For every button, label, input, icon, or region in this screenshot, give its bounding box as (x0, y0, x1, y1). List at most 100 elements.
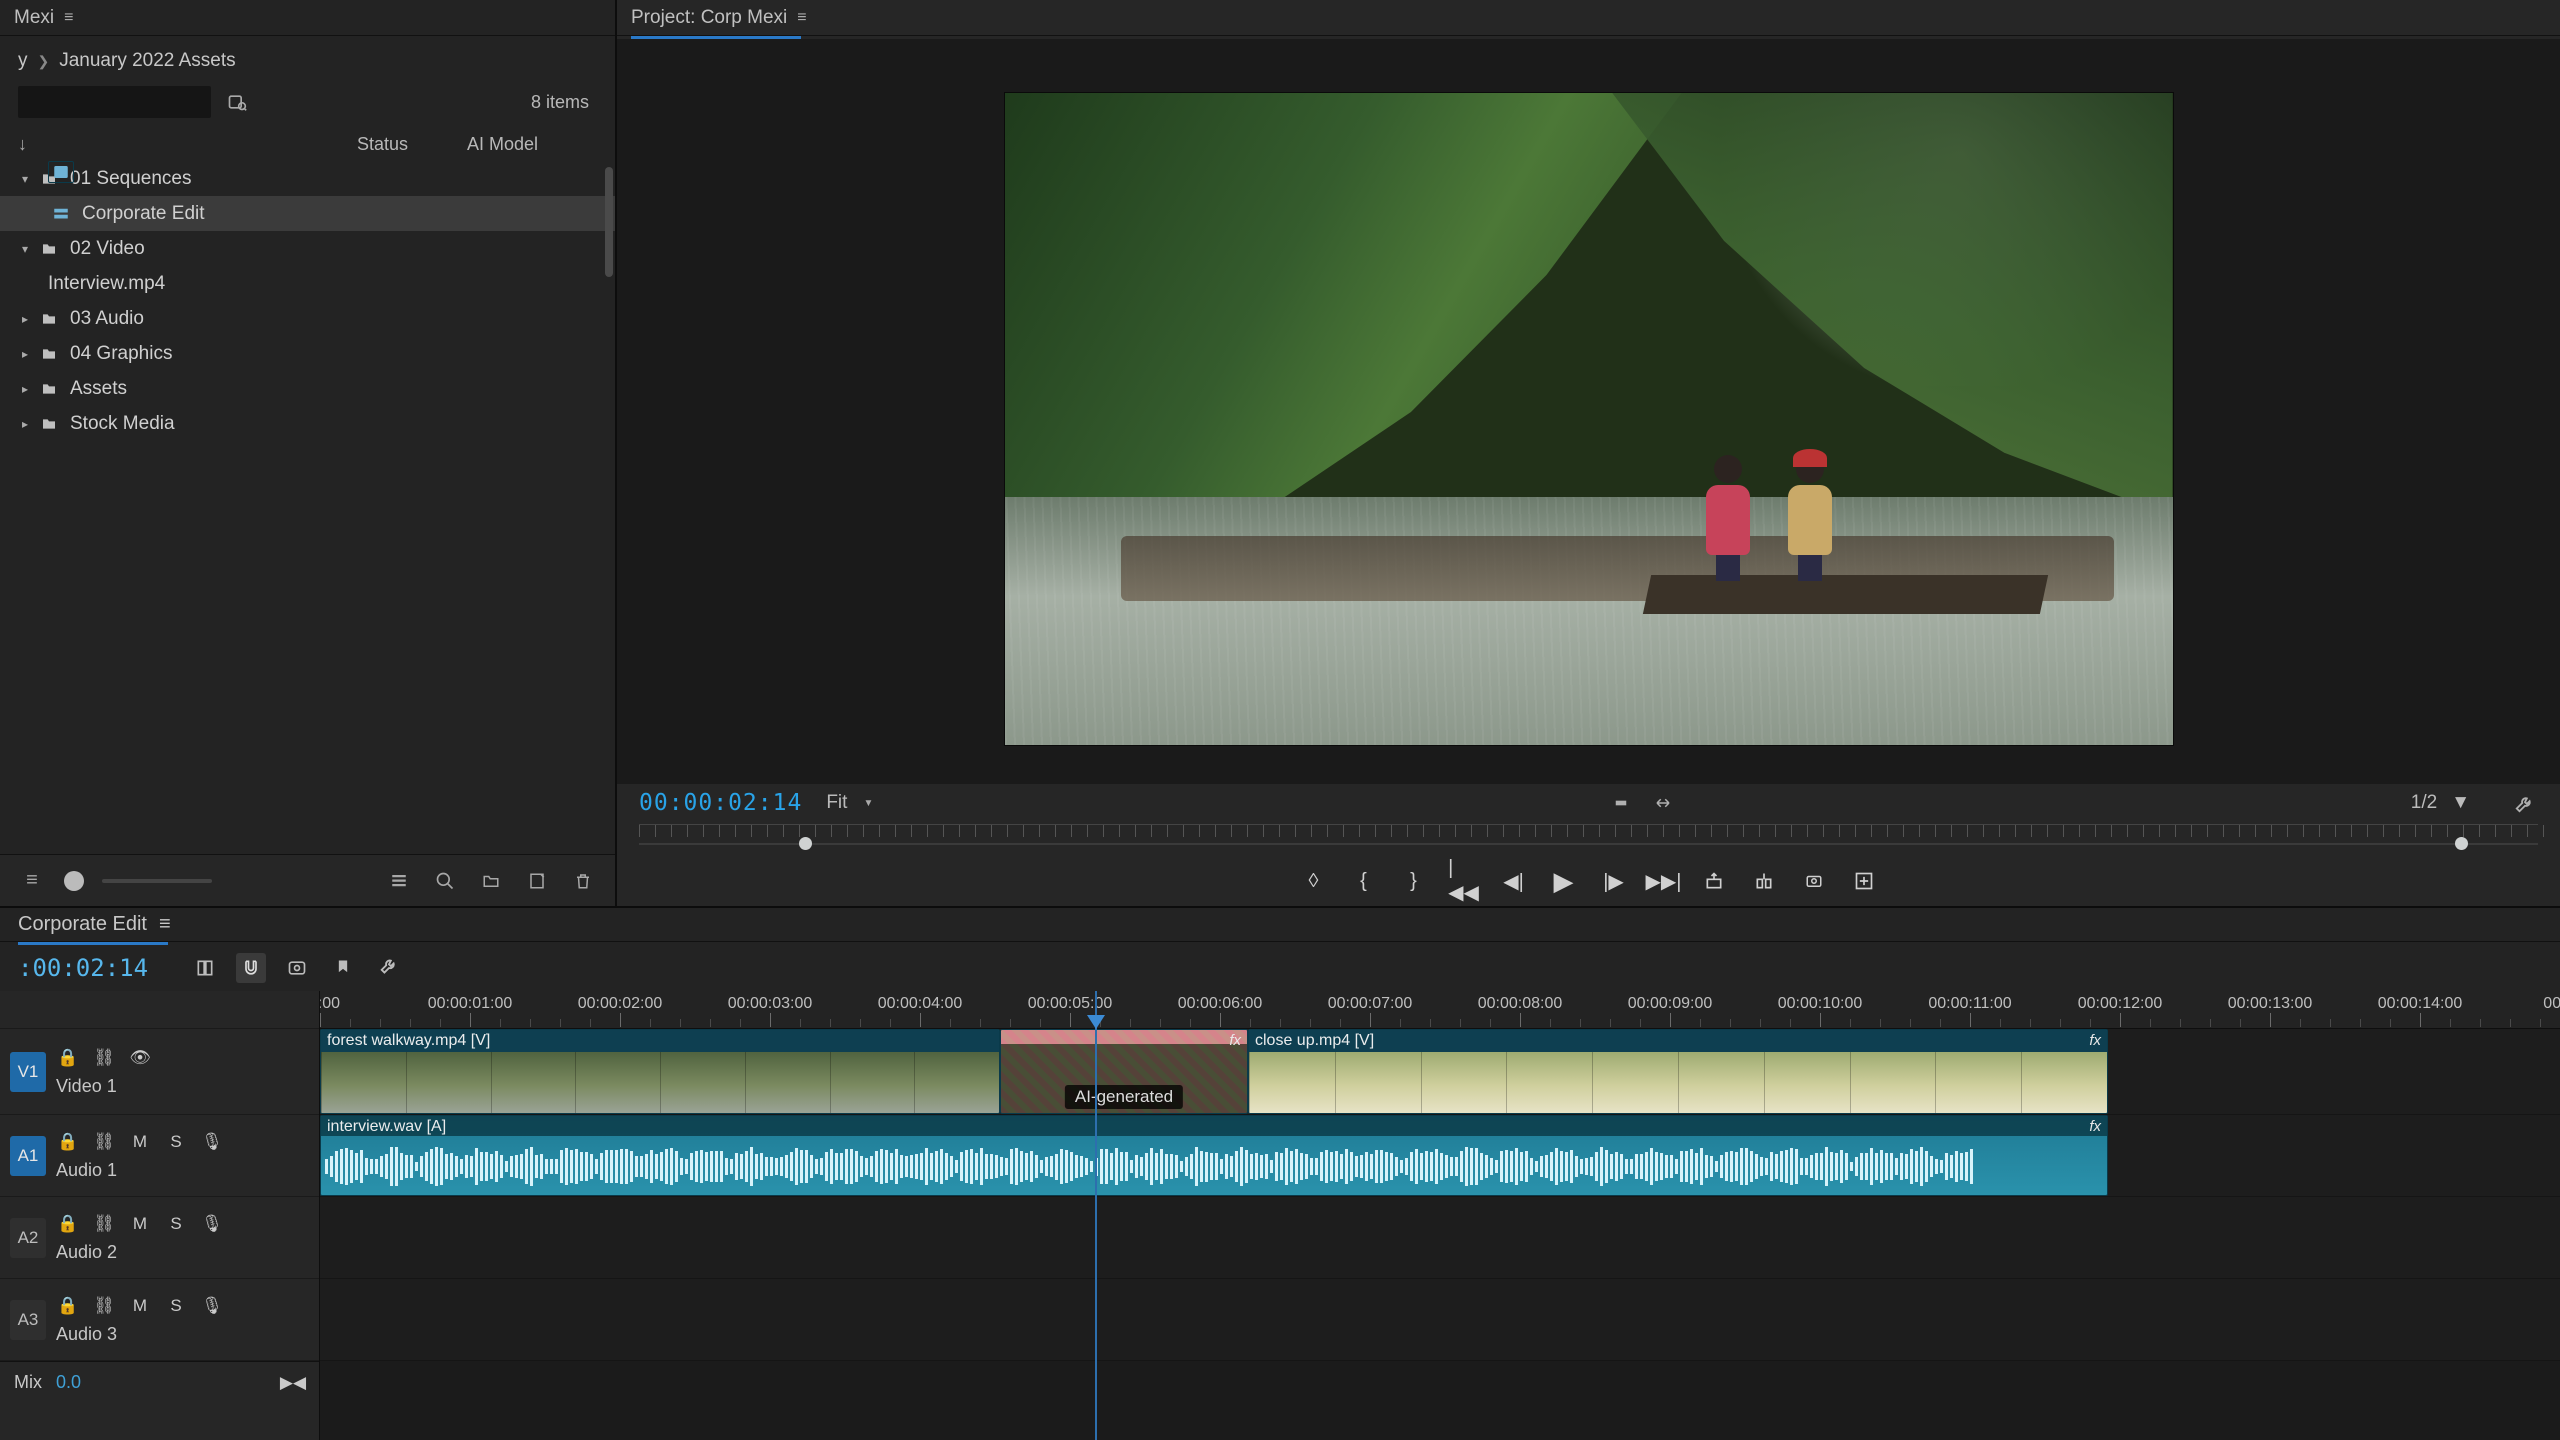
twisty-icon[interactable]: ▾ (22, 172, 36, 186)
sequence-tab-title[interactable]: Corporate Edit (18, 913, 147, 936)
playhead[interactable] (1095, 991, 1097, 1440)
sort-arrow-icon[interactable]: ↓ (18, 134, 48, 155)
go-to-out-icon[interactable]: ▶▶| (1649, 866, 1679, 896)
zoom-fit-select[interactable]: Fit▼ (818, 790, 881, 816)
mix-track-header[interactable]: Mix 0.0 ▶◀ (0, 1361, 319, 1403)
lock-icon[interactable]: 🔒 (56, 1212, 80, 1236)
lock-icon[interactable]: 🔒 (56, 1294, 80, 1318)
bin-item[interactable]: ▸Assets (0, 371, 615, 406)
settings-icon[interactable] (374, 953, 404, 983)
voiceover-icon[interactable]: 🎙 (200, 1294, 224, 1318)
step-forward-icon[interactable]: |▶ (1599, 866, 1629, 896)
out-point-handle[interactable] (2455, 837, 2468, 850)
thumbnail-zoom-track[interactable] (102, 879, 212, 883)
column-status[interactable]: Status (357, 134, 467, 155)
bin-item[interactable]: ▾02 Video (0, 231, 615, 266)
mute-toggle[interactable]: M (128, 1130, 152, 1154)
comparison-view-icon[interactable] (1650, 792, 1676, 814)
source-patch-a3[interactable]: A3 (10, 1300, 46, 1340)
source-patch-v1[interactable]: V1 (10, 1052, 46, 1092)
track-header-a3[interactable]: A3 🔒 ⛓ M S 🎙 Audio 3 (0, 1279, 319, 1361)
track-header-a1[interactable]: A1 🔒 ⛓ M S 🎙 Audio 1 (0, 1115, 319, 1197)
track-header-v1[interactable]: V1 🔒 ⛓ 👁 Video 1 (0, 1029, 319, 1115)
linked-selection-icon[interactable] (282, 953, 312, 983)
nest-toggle-icon[interactable] (190, 953, 220, 983)
new-bin-icon[interactable] (477, 867, 505, 895)
sync-lock-icon[interactable]: ⛓ (92, 1046, 116, 1070)
filter-bin-icon[interactable] (223, 88, 251, 116)
sync-lock-icon[interactable]: ⛓ (92, 1294, 116, 1318)
mute-toggle[interactable]: M (128, 1212, 152, 1236)
breadcrumb-current[interactable]: January 2022 Assets (59, 50, 235, 72)
wrench-icon[interactable] (2512, 792, 2538, 814)
source-patch-a1[interactable]: A1 (10, 1136, 46, 1176)
in-point-handle[interactable] (799, 837, 812, 850)
bin-item[interactable]: ▾01 Sequences (0, 161, 615, 196)
panel-menu-icon[interactable]: ≡ (797, 9, 806, 27)
button-editor-icon[interactable] (1849, 866, 1879, 896)
program-video-frame[interactable] (1004, 92, 2174, 746)
search-input[interactable] (18, 86, 211, 118)
export-frame-icon[interactable] (1799, 866, 1829, 896)
search-icon[interactable] (431, 867, 459, 895)
program-tab-title[interactable]: Project: Corp Mexi (631, 7, 787, 29)
resolution-select[interactable]: 1/2▼ (2403, 790, 2478, 816)
track-v1[interactable]: forest walkway.mp4 [V] fx AI-generated c… (320, 1029, 2560, 1115)
mute-toggle[interactable]: M (128, 1294, 152, 1318)
new-item-icon[interactable] (523, 867, 551, 895)
lock-icon[interactable]: 🔒 (56, 1046, 80, 1070)
lock-icon[interactable]: 🔒 (56, 1130, 80, 1154)
solo-toggle[interactable]: S (164, 1294, 188, 1318)
track-header-a2[interactable]: A2 🔒 ⛓ M S 🎙 Audio 2 (0, 1197, 319, 1279)
twisty-icon[interactable]: ▸ (22, 417, 36, 431)
solo-toggle[interactable]: S (164, 1212, 188, 1236)
clip-ai-generated[interactable]: fx AI-generated (1000, 1029, 1248, 1114)
mark-out-icon[interactable]: } (1399, 866, 1429, 896)
panel-menu-icon[interactable]: ≡ (64, 9, 73, 27)
track-a1[interactable]: interview.wav [A] fx (320, 1115, 2560, 1197)
program-timecode[interactable]: 00:00:02:14 (639, 790, 802, 816)
sync-lock-icon[interactable]: ⛓ (92, 1130, 116, 1154)
settings-toggle-icon[interactable] (1608, 792, 1634, 814)
mark-in-icon[interactable]: { (1349, 866, 1379, 896)
mix-value[interactable]: 0.0 (56, 1372, 81, 1393)
delete-icon[interactable] (569, 867, 597, 895)
bin-item[interactable]: Interview.mp4 (0, 266, 615, 301)
solo-toggle[interactable]: S (164, 1130, 188, 1154)
voiceover-icon[interactable]: 🎙 (200, 1212, 224, 1236)
extract-icon[interactable] (1749, 866, 1779, 896)
add-marker-icon[interactable]: ◊ (1299, 866, 1329, 896)
panel-options-icon[interactable]: ≡ (18, 867, 46, 895)
bin-item[interactable]: ▸04 Graphics (0, 336, 615, 371)
twisty-icon[interactable]: ▸ (22, 382, 36, 396)
go-to-in-icon[interactable]: |◀◀ (1449, 866, 1479, 896)
voiceover-icon[interactable]: 🎙 (200, 1130, 224, 1154)
timeline-timecode[interactable]: :00:02:14 (18, 954, 148, 982)
snap-icon[interactable] (236, 953, 266, 983)
clip-interview-audio[interactable]: interview.wav [A] fx (320, 1115, 2108, 1196)
thumbnail-zoom-handle[interactable] (64, 871, 84, 891)
twisty-icon[interactable]: ▸ (22, 312, 36, 326)
collapse-icon[interactable]: ▶◀ (281, 1371, 305, 1395)
track-a3[interactable] (320, 1279, 2560, 1361)
program-ruler[interactable] (639, 824, 2538, 858)
column-ai-model[interactable]: AI Model (467, 134, 597, 155)
clip-forest-walkway[interactable]: forest walkway.mp4 [V] (320, 1029, 1000, 1114)
timeline-ruler[interactable]: 00:0000:00:01:0000:00:02:0000:00:03:0000… (320, 991, 2560, 1029)
track-a2[interactable] (320, 1197, 2560, 1279)
clip-close-up[interactable]: close up.mp4 [V] fx (1248, 1029, 2108, 1114)
project-tab-title[interactable]: Mexi (14, 7, 54, 29)
bin-item[interactable]: ▸03 Audio (0, 301, 615, 336)
list-view-icon[interactable] (385, 867, 413, 895)
eye-icon[interactable]: 👁 (128, 1046, 152, 1070)
source-patch-a2[interactable]: A2 (10, 1218, 46, 1258)
bin-item[interactable]: Corporate Edit (0, 196, 615, 231)
lift-icon[interactable] (1699, 866, 1729, 896)
marker-icon[interactable] (328, 953, 358, 983)
breadcrumb-parent[interactable]: y (18, 50, 28, 72)
sync-lock-icon[interactable]: ⛓ (92, 1212, 116, 1236)
twisty-icon[interactable]: ▾ (22, 242, 36, 256)
step-back-icon[interactable]: ◀| (1499, 866, 1529, 896)
twisty-icon[interactable]: ▸ (22, 347, 36, 361)
bin-item[interactable]: ▸Stock Media (0, 406, 615, 441)
